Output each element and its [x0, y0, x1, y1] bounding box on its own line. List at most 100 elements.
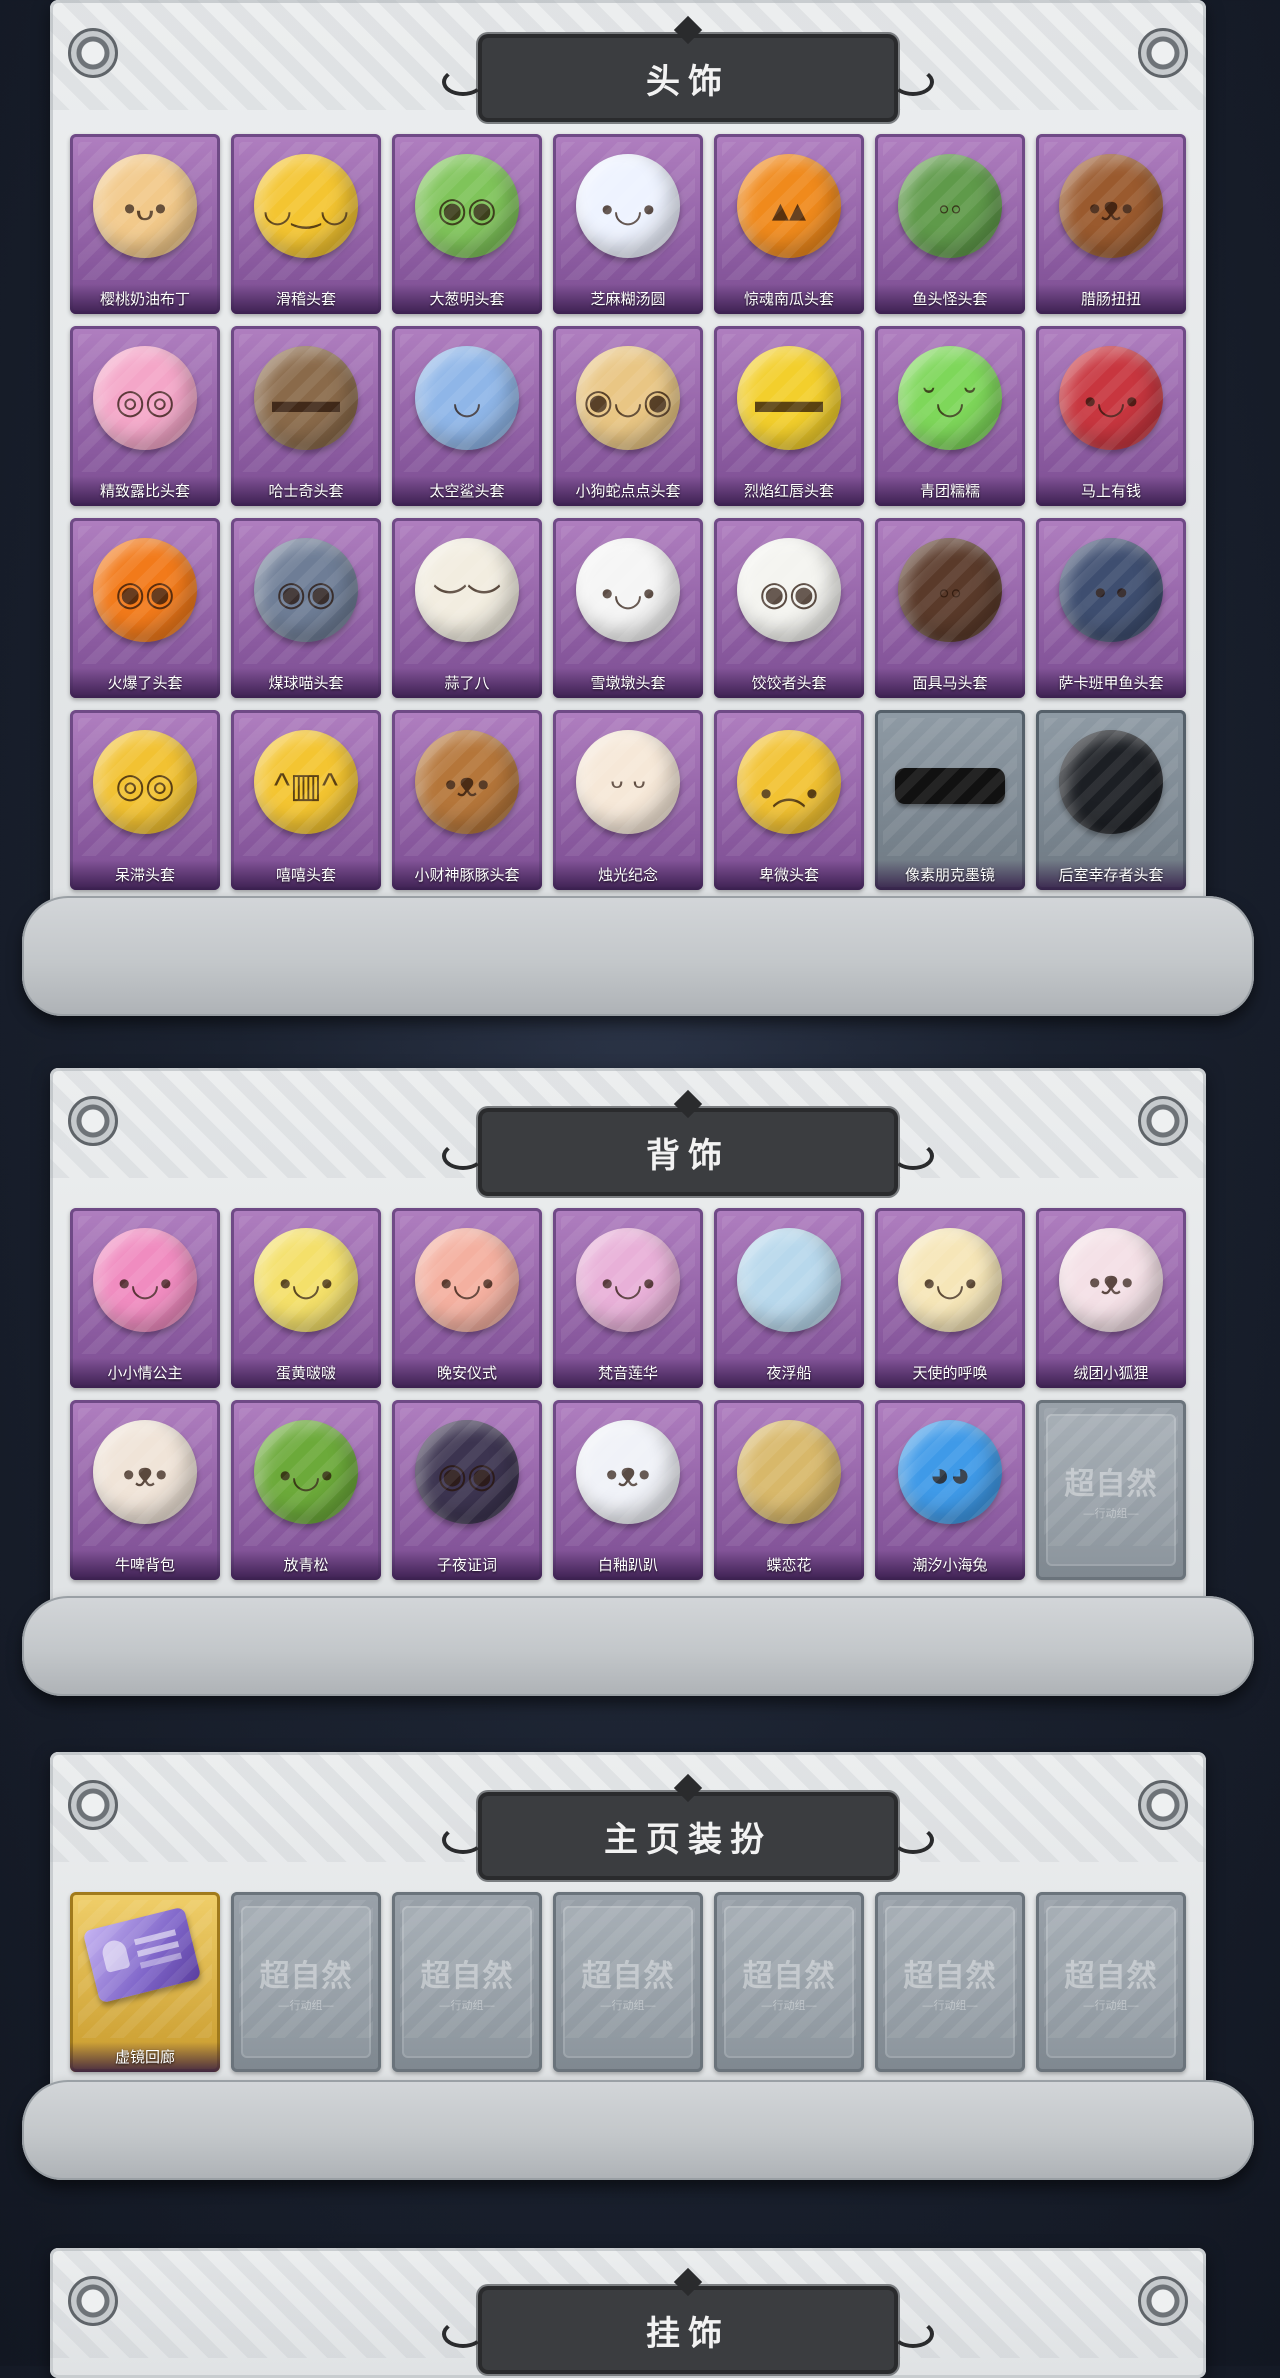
empty-item-slot[interactable]: 超自然 —行动组— — [875, 1892, 1025, 2072]
item-face-icon: •◡• — [1084, 383, 1138, 421]
smirk-face-icon: ◡‿◡ — [254, 154, 358, 258]
item-card[interactable]: •︵• 卑微头套 — [714, 710, 864, 890]
gray-cat-head-icon: ◉◉ — [254, 538, 358, 642]
fish-head-icon: ◦◦ — [898, 154, 1002, 258]
item-label: 梵音莲华 — [553, 1358, 703, 1388]
item-label: 像素朋克墨镜 — [875, 860, 1025, 890]
item-face-icon: •ᴥ• — [1088, 190, 1134, 228]
item-label: 太空鲨头套 — [392, 476, 542, 506]
item-card[interactable]: ◉◡◉ 小狗蛇点点头套 — [553, 326, 703, 506]
empty-item-slot[interactable]: 超自然 —行动组— — [714, 1892, 864, 2072]
item-card[interactable]: ︶︶ 蒜了八 — [392, 518, 542, 698]
item-face-icon: •︵• — [760, 775, 818, 813]
item-card[interactable]: ◎◎ 精致露比头套 — [70, 326, 220, 506]
corner-ornament-right-icon — [1138, 1096, 1188, 1146]
pendant-panel: 挂饰 — [50, 2248, 1206, 2378]
item-card[interactable]: 夜浮船 — [714, 1208, 864, 1388]
item-label: 惊魂南瓜头套 — [714, 284, 864, 314]
item-card[interactable]: 后室幸存者头套 — [1036, 710, 1186, 890]
blue-sea-bunny-icon: ◕◕ — [898, 1420, 1002, 1524]
pig-doll-icon: •◡• — [415, 1228, 519, 1332]
angel-doll-icon: •◡• — [898, 1228, 1002, 1332]
placeholder-subtitle: —行动组— — [761, 2000, 817, 2012]
placeholder-logo: 超自然 — [1064, 1960, 1158, 1993]
item-card[interactable]: ◉◉ 饺饺者头套 — [714, 518, 864, 698]
item-card[interactable]: •◡• 天使的呼唤 — [875, 1208, 1025, 1388]
item-label: 滑稽头套 — [231, 284, 381, 314]
item-card[interactable]: •ᴥ• 白釉趴趴 — [553, 1400, 703, 1580]
empty-item-slot[interactable]: 超自然 —行动组— — [392, 1892, 542, 2072]
banner-crest-icon — [673, 15, 703, 45]
section-banner: 背饰 — [442, 1089, 934, 1192]
item-card[interactable]: ▬▬ 哈士奇头套 — [231, 326, 381, 506]
item-card[interactable]: 像素朋克墨镜 — [875, 710, 1025, 890]
section-title: 挂饰 — [646, 2314, 730, 2353]
item-label: 烈焰红唇头套 — [714, 476, 864, 506]
item-card[interactable]: ▴▴ 惊魂南瓜头套 — [714, 134, 864, 314]
rice-ball-icon: •◡• — [576, 154, 680, 258]
pink-pig-head-icon: ◎◎ — [93, 346, 197, 450]
item-card[interactable]: ^▥^ 嘻嘻头套 — [231, 710, 381, 890]
item-card[interactable]: ◉◉ 大葱明头套 — [392, 134, 542, 314]
section-title: 头饰 — [646, 62, 730, 101]
item-card[interactable]: ◕◕ 潮汐小海兔 — [875, 1400, 1025, 1580]
item-label: 蛋黄啵啵 — [231, 1358, 381, 1388]
empty-item-slot[interactable]: 超自然 —行动组— — [553, 1892, 703, 2072]
item-label: 煤球喵头套 — [231, 668, 381, 698]
item-card[interactable]: •◡• 梵音莲华 — [553, 1208, 703, 1388]
item-card[interactable]: •◡• 马上有钱 — [1036, 326, 1186, 506]
placeholder-logo: 超自然 — [903, 1960, 997, 1993]
item-card[interactable]: •◡• 蛋黄啵啵 — [231, 1208, 381, 1388]
item-card[interactable]: ◉◉ 火爆了头套 — [70, 518, 220, 698]
corner-ornament-left-icon — [68, 1780, 118, 1830]
empty-item-slot[interactable]: 超自然 —行动组— — [1036, 1892, 1186, 2072]
locked-placeholder-icon: 超自然 —行动组— — [563, 1906, 693, 2058]
scroll-bottom-decoration — [22, 2080, 1254, 2180]
placeholder-logo: 超自然 — [581, 1960, 675, 1993]
empty-item-slot[interactable]: 超自然 —行动组— — [1036, 1400, 1186, 1580]
item-face-icon: ▴▴ — [771, 191, 807, 229]
item-card[interactable]: ◡‿◡ 滑稽头套 — [231, 134, 381, 314]
back-accessories-panel: 背饰 •◡• 小小情公主 •◡• 蛋黄啵啵 •◡• 晚安仪式 •◡• 梵音莲华 夜浮船 •◡• 天使… — [50, 1068, 1206, 1628]
item-label: 雪墩墩头套 — [553, 668, 703, 698]
item-label: 潮汐小海兔 — [875, 1550, 1025, 1580]
item-card[interactable]: ◉◉ 子夜证词 — [392, 1400, 542, 1580]
item-card[interactable]: 蝶恋花 — [714, 1400, 864, 1580]
item-label: 烛光纪念 — [553, 860, 703, 890]
item-label: 虚镜回廊 — [70, 2042, 220, 2072]
item-label: 夜浮船 — [714, 1358, 864, 1388]
item-card[interactable]: ◦◦ 面具马头套 — [875, 518, 1025, 698]
item-card[interactable]: •◡• 晚安仪式 — [392, 1208, 542, 1388]
item-card[interactable]: •ᴥ• 腊肠扭扭 — [1036, 134, 1186, 314]
item-face-icon: ^▥^ — [273, 767, 339, 805]
item-card[interactable]: ◉◉ 煤球喵头套 — [231, 518, 381, 698]
item-label: 哈士奇头套 — [231, 476, 381, 506]
banner-crest-icon — [673, 2267, 703, 2297]
item-label: 牛啤背包 — [70, 1550, 220, 1580]
item-card[interactable]: ◦◦ 鱼头怪头套 — [875, 134, 1025, 314]
item-face-icon: •◡• — [118, 1265, 172, 1303]
item-card[interactable]: •◡• 芝麻糊汤圆 — [553, 134, 703, 314]
item-card[interactable]: • • 萨卡班甲鱼头套 — [1036, 518, 1186, 698]
item-card[interactable]: ◎◎ 呆滞头套 — [70, 710, 220, 890]
item-card[interactable]: •ᴗ• 樱桃奶油布丁 — [70, 134, 220, 314]
item-card[interactable]: •◡• 小小情公主 — [70, 1208, 220, 1388]
item-card[interactable]: ◡ 太空鲨头套 — [392, 326, 542, 506]
placeholder-subtitle: —行动组— — [439, 2000, 495, 2012]
item-card[interactable]: ᵕ ᵕ 烛光纪念 — [553, 710, 703, 890]
item-card[interactable]: 虚镜回廊 — [70, 1892, 220, 2072]
item-card[interactable]: ˘◡˘ 青团糯糯 — [875, 326, 1025, 506]
pixel-sunglasses-icon — [895, 768, 1005, 804]
home-decoration-panel: 主页装扮 虚镜回廊 超自然 —行动组— 超自然 —行动组— 超自然 —行动组— 超自然 —行动组… — [50, 1752, 1206, 2092]
item-card[interactable]: ▬▬ 烈焰红唇头套 — [714, 326, 864, 506]
empty-item-slot[interactable]: 超自然 —行动组— — [231, 1892, 381, 2072]
section-title: 背饰 — [646, 1136, 730, 1175]
item-label: 面具马头套 — [875, 668, 1025, 698]
item-card[interactable]: •ᴥ• 牛啤背包 — [70, 1400, 220, 1580]
item-card[interactable]: •ᴥ• 小财神豚豚头套 — [392, 710, 542, 890]
item-card[interactable]: •◡• 放青松 — [231, 1400, 381, 1580]
item-card[interactable]: •ᴥ• 绒团小狐狸 — [1036, 1208, 1186, 1388]
fox-plush-icon: •ᴥ• — [1059, 1228, 1163, 1332]
item-face-icon: ◡‿◡ — [262, 191, 350, 229]
item-card[interactable]: •◡• 雪墩墩头套 — [553, 518, 703, 698]
